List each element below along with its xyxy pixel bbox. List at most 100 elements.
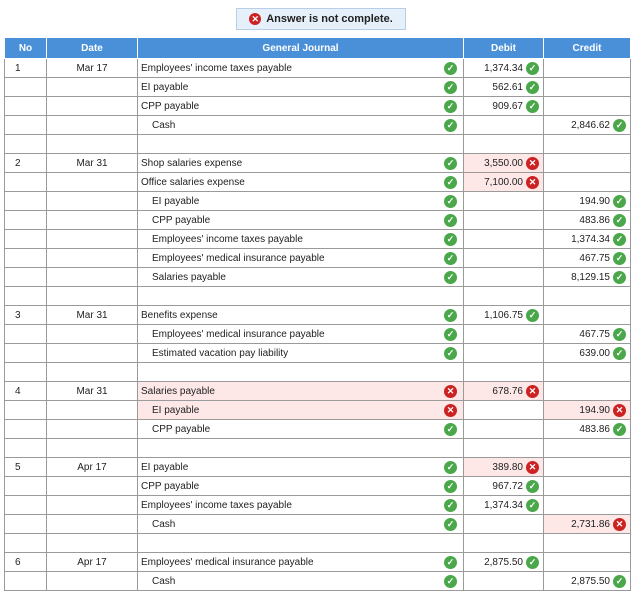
account-cell[interactable]: Employees' medical insurance payable ✓ bbox=[137, 552, 464, 572]
debit-cell[interactable] bbox=[463, 267, 544, 287]
debit-cell[interactable] bbox=[463, 419, 544, 439]
account-cell[interactable]: EI payable ✓ bbox=[137, 191, 464, 211]
entry-number bbox=[4, 77, 47, 97]
spacer-cell bbox=[137, 134, 464, 154]
account-cell[interactable]: CPP payable ✓ bbox=[137, 419, 464, 439]
credit-cell[interactable]: 483.86 ✓ bbox=[543, 419, 631, 439]
spacer-cell bbox=[543, 362, 631, 382]
debit-cell[interactable] bbox=[463, 115, 544, 135]
debit-cell[interactable] bbox=[463, 343, 544, 363]
credit-amount: 483.86 bbox=[579, 423, 610, 435]
debit-cell[interactable] bbox=[463, 324, 544, 344]
account-cell[interactable]: CPP payable ✓ bbox=[137, 210, 464, 230]
credit-cell[interactable] bbox=[543, 305, 631, 325]
entry-date bbox=[46, 400, 138, 420]
journal-body: 1 Mar 17 Employees' income taxes payable ✓ 1… bbox=[4, 58, 631, 591]
spacer-cell bbox=[543, 286, 631, 306]
cross-icon: ✕ bbox=[526, 384, 539, 398]
credit-cell[interactable]: 1,374.34 ✓ bbox=[543, 229, 631, 249]
credit-cell[interactable] bbox=[543, 495, 631, 515]
credit-cell[interactable]: 194.90 ✕ bbox=[543, 400, 631, 420]
debit-cell[interactable] bbox=[463, 191, 544, 211]
debit-cell[interactable]: 967.72 ✓ bbox=[463, 476, 544, 496]
debit-cell[interactable]: 678.76 ✕ bbox=[463, 381, 544, 401]
account-name: Office salaries expense bbox=[141, 176, 245, 188]
credit-cell[interactable]: 8,129.15 ✓ bbox=[543, 267, 631, 287]
credit-cell[interactable] bbox=[543, 153, 631, 173]
credit-cell[interactable] bbox=[543, 552, 631, 572]
cross-icon: ✕ bbox=[526, 460, 539, 474]
account-cell[interactable]: Employees' income taxes payable ✓ bbox=[137, 58, 464, 78]
credit-cell[interactable]: 194.90 ✓ bbox=[543, 191, 631, 211]
debit-cell[interactable]: 1,374.34 ✓ bbox=[463, 58, 544, 78]
debit-amount: 562.61 bbox=[492, 81, 523, 93]
account-cell[interactable]: Shop salaries expense ✓ bbox=[137, 153, 464, 173]
credit-cell[interactable] bbox=[543, 381, 631, 401]
debit-cell[interactable]: 909.67 ✓ bbox=[463, 96, 544, 116]
account-cell[interactable]: EI payable ✓ bbox=[137, 77, 464, 97]
entry-date: Mar 31 bbox=[46, 305, 138, 325]
entry-number bbox=[4, 267, 47, 287]
credit-amount: 2,731.86 bbox=[571, 518, 610, 530]
debit-cell[interactable]: 389.80 ✕ bbox=[463, 457, 544, 477]
account-cell[interactable]: Office salaries expense ✓ bbox=[137, 172, 464, 192]
credit-cell[interactable] bbox=[543, 58, 631, 78]
entry-date bbox=[46, 495, 138, 515]
check-icon: ✓ bbox=[444, 61, 457, 75]
credit-cell[interactable]: 2,875.50 ✓ bbox=[543, 571, 631, 591]
credit-cell[interactable]: 467.75 ✓ bbox=[543, 324, 631, 344]
debit-cell[interactable]: 3,550.00 ✕ bbox=[463, 153, 544, 173]
entry-number bbox=[4, 400, 47, 420]
spacer-row bbox=[4, 533, 631, 553]
debit-cell[interactable]: 1,106.75 ✓ bbox=[463, 305, 544, 325]
credit-cell[interactable] bbox=[543, 172, 631, 192]
entry-number bbox=[4, 210, 47, 230]
entry-number bbox=[4, 96, 47, 116]
debit-cell[interactable] bbox=[463, 210, 544, 230]
entry-number bbox=[4, 172, 47, 192]
debit-cell[interactable] bbox=[463, 400, 544, 420]
debit-cell[interactable]: 2,875.50 ✓ bbox=[463, 552, 544, 572]
debit-cell[interactable]: 7,100.00 ✕ bbox=[463, 172, 544, 192]
credit-cell[interactable]: 483.86 ✓ bbox=[543, 210, 631, 230]
credit-cell[interactable]: 2,731.86 ✕ bbox=[543, 514, 631, 534]
account-cell[interactable]: EI payable ✓ bbox=[137, 457, 464, 477]
account-name: Employees' income taxes payable bbox=[141, 499, 292, 511]
check-icon: ✓ bbox=[444, 99, 457, 113]
account-cell[interactable]: Employees' medical insurance payable ✓ bbox=[137, 324, 464, 344]
spacer-cell bbox=[4, 134, 47, 154]
debit-amount: 678.76 bbox=[492, 385, 523, 397]
check-icon: ✓ bbox=[444, 308, 457, 322]
account-cell[interactable]: CPP payable ✓ bbox=[137, 96, 464, 116]
credit-cell[interactable]: 467.75 ✓ bbox=[543, 248, 631, 268]
account-name: EI payable bbox=[141, 81, 189, 93]
account-cell[interactable]: Cash ✓ bbox=[137, 514, 464, 534]
credit-cell[interactable]: 639.00 ✓ bbox=[543, 343, 631, 363]
credit-cell[interactable] bbox=[543, 77, 631, 97]
credit-cell[interactable] bbox=[543, 476, 631, 496]
account-cell[interactable]: Salaries payable ✓ bbox=[137, 267, 464, 287]
account-cell[interactable]: Cash ✓ bbox=[137, 571, 464, 591]
cross-icon: ✕ bbox=[526, 175, 539, 189]
account-cell[interactable]: Employees' income taxes payable ✓ bbox=[137, 229, 464, 249]
account-cell[interactable]: Benefits expense ✓ bbox=[137, 305, 464, 325]
debit-cell[interactable] bbox=[463, 248, 544, 268]
account-cell[interactable]: Employees' income taxes payable ✓ bbox=[137, 495, 464, 515]
debit-cell[interactable] bbox=[463, 229, 544, 249]
check-icon: ✓ bbox=[444, 327, 457, 341]
credit-cell[interactable]: 2,846.62 ✓ bbox=[543, 115, 631, 135]
account-cell[interactable]: Estimated vacation pay liability ✓ bbox=[137, 343, 464, 363]
account-cell[interactable]: Salaries payable ✕ bbox=[137, 381, 464, 401]
cross-icon: ✕ bbox=[444, 384, 457, 398]
debit-cell[interactable]: 1,374.34 ✓ bbox=[463, 495, 544, 515]
account-cell[interactable]: Cash ✓ bbox=[137, 115, 464, 135]
credit-cell[interactable] bbox=[543, 96, 631, 116]
credit-cell[interactable] bbox=[543, 457, 631, 477]
account-cell[interactable]: Employees' medical insurance payable ✓ bbox=[137, 248, 464, 268]
account-cell[interactable]: EI payable ✕ bbox=[137, 400, 464, 420]
debit-cell[interactable] bbox=[463, 571, 544, 591]
account-cell[interactable]: CPP payable ✓ bbox=[137, 476, 464, 496]
debit-cell[interactable]: 562.61 ✓ bbox=[463, 77, 544, 97]
cross-icon: ✕ bbox=[613, 403, 626, 417]
debit-cell[interactable] bbox=[463, 514, 544, 534]
